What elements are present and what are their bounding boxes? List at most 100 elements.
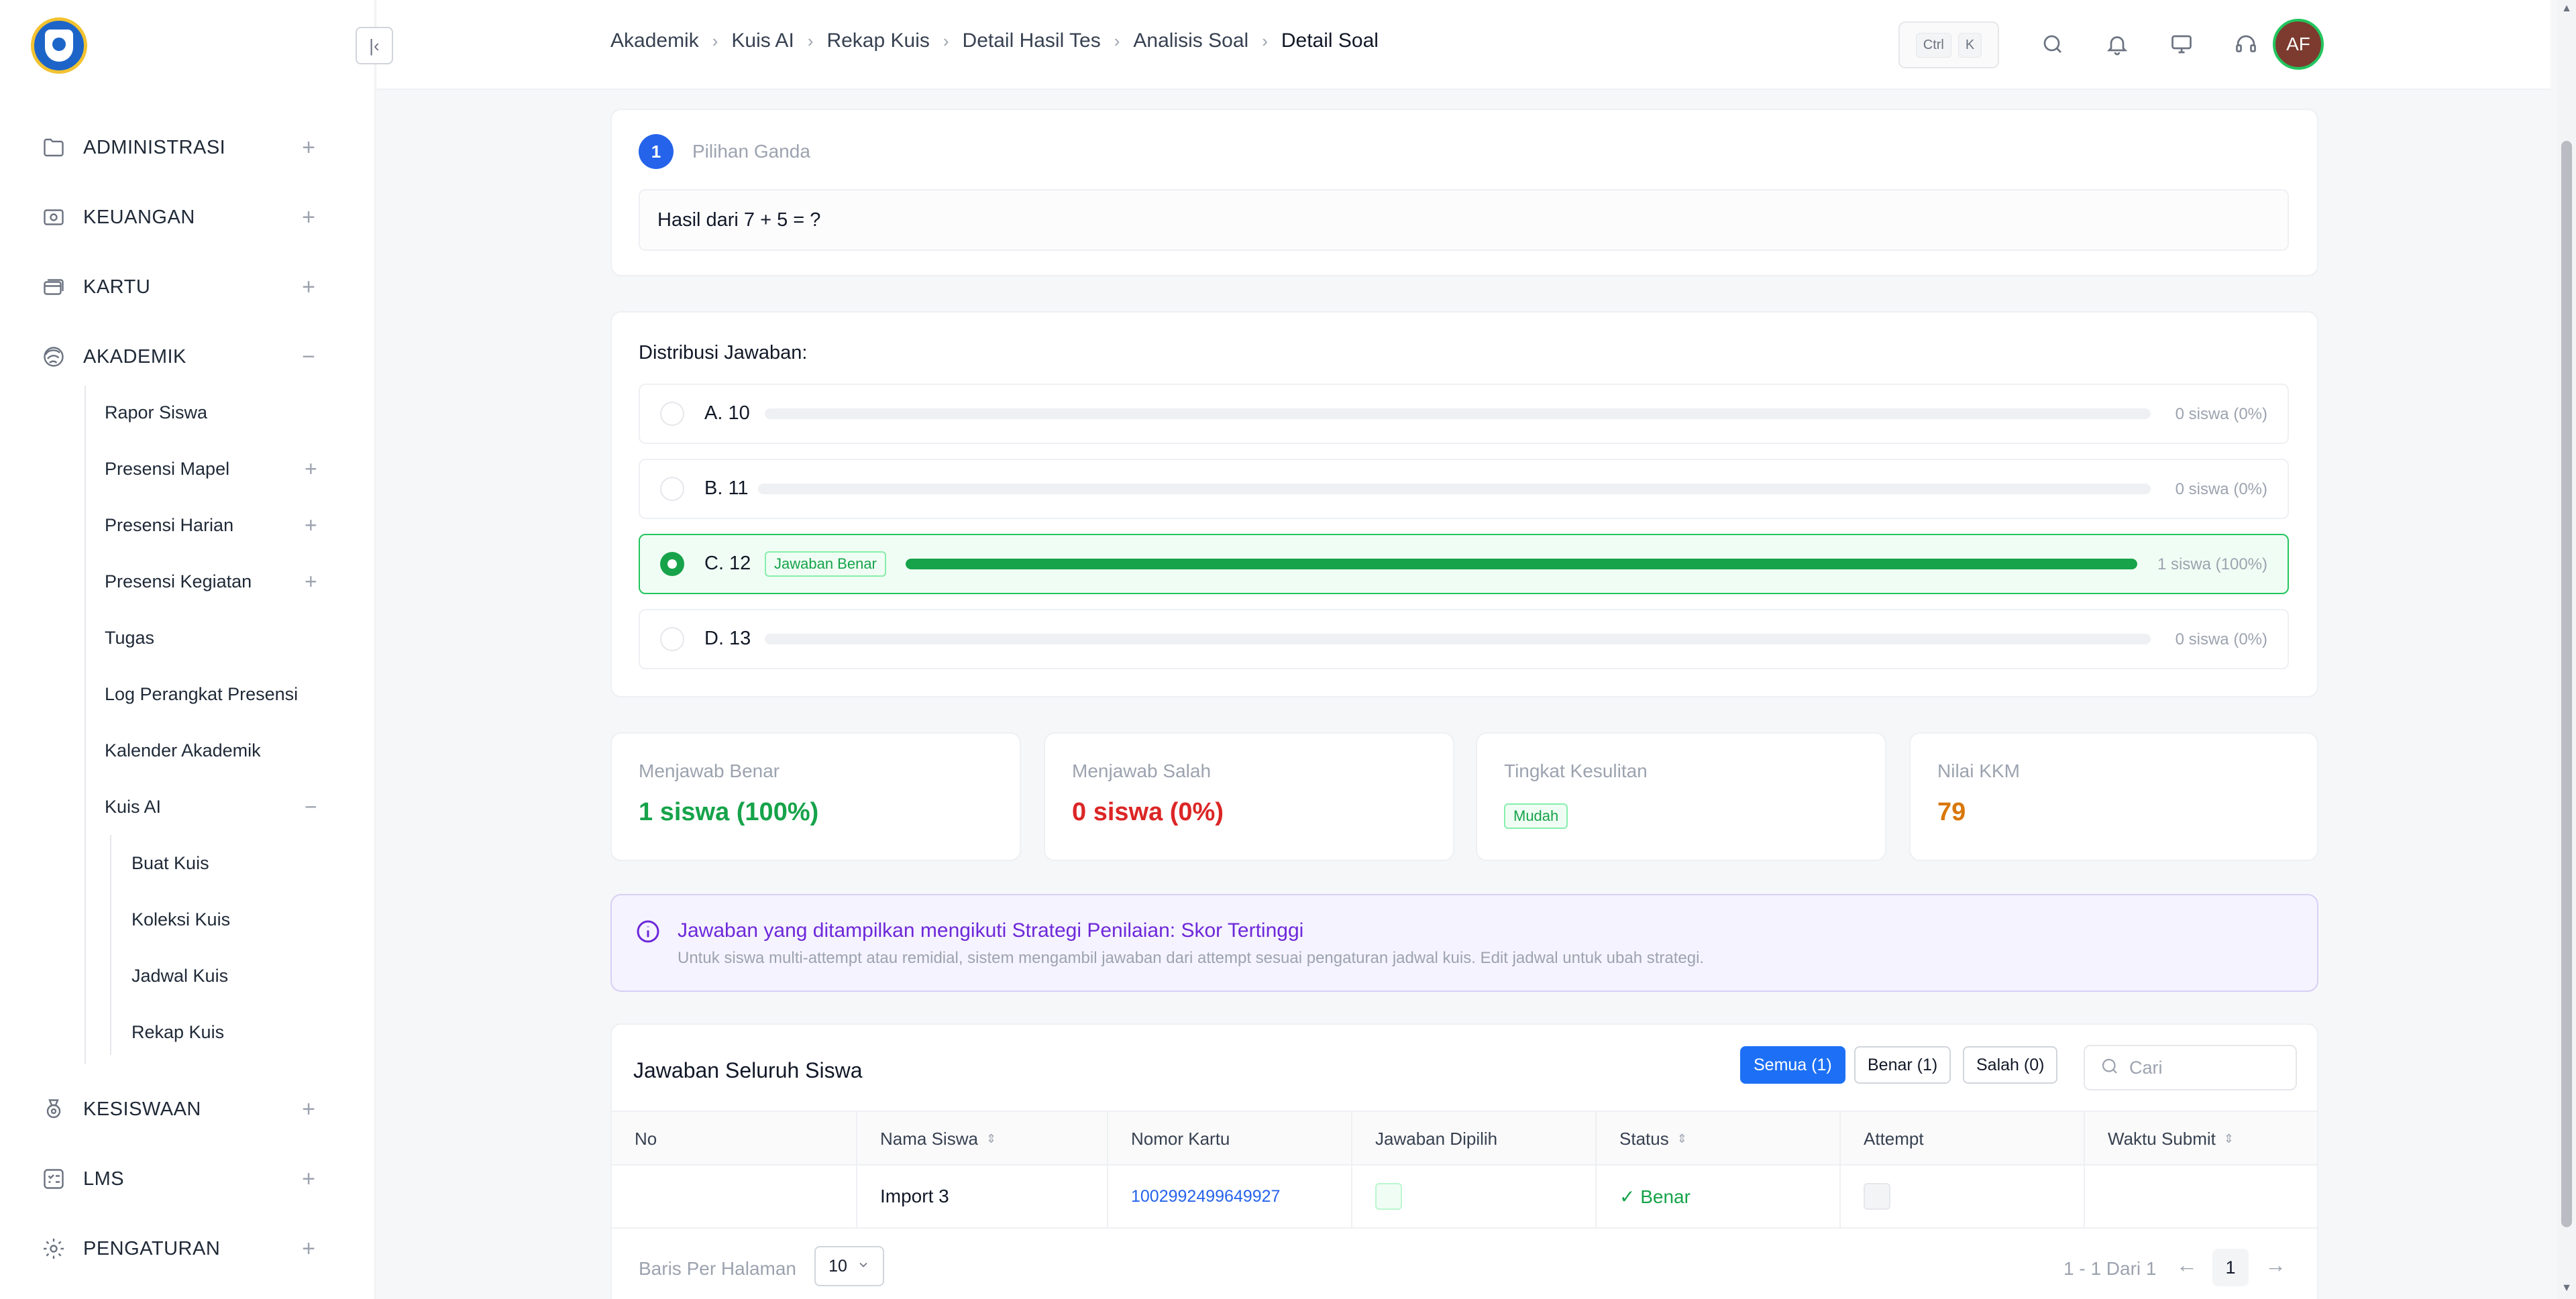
chevron-right-icon: › xyxy=(1262,30,1268,51)
sidebar: ADMINISTRASI + KEUANGAN + KARTU + AKADEM… xyxy=(0,0,376,1299)
sidebar-item-label: Jadwal Kuis xyxy=(131,965,229,986)
table-row: Import 3 1002992499649927 ✓ Benar xyxy=(612,1166,2317,1229)
sidebar-item-kuis-ai[interactable]: Kuis AI − xyxy=(105,789,319,825)
school-logo[interactable] xyxy=(31,17,87,74)
chevron-down-icon xyxy=(857,1257,870,1276)
sidebar-item-buat-kuis[interactable]: Buat Kuis xyxy=(131,845,209,881)
sidebar-item-koleksi-kuis[interactable]: Koleksi Kuis xyxy=(131,901,230,938)
page-scrollbar[interactable]: ▲ ▼ xyxy=(2557,0,2576,1299)
avatar[interactable]: AF xyxy=(2273,19,2324,70)
breadcrumb-analisis-soal[interactable]: Analisis Soal xyxy=(1133,30,1248,52)
option-count: 0 siswa (0%) xyxy=(2175,480,2267,498)
monitor-icon[interactable] xyxy=(2167,30,2196,59)
sidebar-group-kesiswaan[interactable]: KESISWAAN + xyxy=(40,1089,322,1129)
breadcrumb-kuis-ai[interactable]: Kuis AI xyxy=(731,30,794,52)
expand-icon[interactable]: + xyxy=(305,569,317,594)
submenu-guide-line xyxy=(85,386,86,1064)
filter-correct-button[interactable]: Benar (1) xyxy=(1854,1046,1951,1084)
column-nama-siswa[interactable]: Nama Siswa ⇕ xyxy=(857,1112,1108,1166)
rows-per-page-select[interactable]: 10 xyxy=(814,1246,884,1286)
sidebar-item-label: Rapor Siswa xyxy=(105,402,208,422)
collapse-icon[interactable]: − xyxy=(295,344,322,370)
sidebar-item-kalender-akademik[interactable]: Kalender Akademik xyxy=(105,732,261,769)
expand-icon[interactable]: + xyxy=(295,1166,322,1192)
sidebar-group-keuangan[interactable]: KEUANGAN + xyxy=(40,197,322,237)
sidebar-item-rekap-kuis[interactable]: Rekap Kuis xyxy=(131,1014,224,1050)
expand-icon[interactable]: + xyxy=(295,274,322,300)
graduation-icon xyxy=(40,343,67,370)
sidebar-item-tugas[interactable]: Tugas xyxy=(105,620,154,656)
search-icon xyxy=(2100,1056,2120,1080)
option-label: A. 10 xyxy=(704,402,750,424)
sort-icon[interactable]: ⇕ xyxy=(2224,1132,2234,1146)
scroll-up-icon[interactable]: ▲ xyxy=(2561,3,2572,15)
sidebar-collapse-button[interactable]: |‹ xyxy=(356,27,393,64)
sidebar-item-label: Presensi Harian xyxy=(105,514,234,535)
option-a: A. 10 0 siswa (0%) xyxy=(639,384,2289,444)
expand-icon[interactable]: + xyxy=(305,513,317,538)
scoring-strategy-banner: Jawaban yang ditampilkan mengikuti Strat… xyxy=(610,894,2318,992)
rows-per-page-value: 10 xyxy=(828,1256,847,1276)
sidebar-item-label: Log Perangkat Presensi xyxy=(105,683,299,704)
breadcrumb-detail-hasil-tes[interactable]: Detail Hasil Tes xyxy=(963,30,1101,52)
search-icon[interactable] xyxy=(2038,30,2068,59)
sort-icon[interactable]: ⇕ xyxy=(986,1132,996,1146)
filter-all-button[interactable]: Semua (1) xyxy=(1740,1046,1845,1084)
sidebar-item-label: Kuis AI xyxy=(105,796,162,817)
column-waktu-submit[interactable]: Waktu Submit ⇕ xyxy=(2085,1112,2317,1166)
table-header: No Nama Siswa ⇕ Nomor Kartu Jawaban Dipil… xyxy=(612,1111,2317,1166)
chevron-right-icon: › xyxy=(1114,30,1120,51)
current-page-button[interactable]: 1 xyxy=(2212,1249,2249,1286)
sidebar-item-rapor-siswa[interactable]: Rapor Siswa xyxy=(105,394,207,431)
scroll-thumb[interactable] xyxy=(2561,141,2572,1227)
sidebar-group-administrasi[interactable]: ADMINISTRASI + xyxy=(40,127,322,168)
option-count: 0 siswa (0%) xyxy=(2175,405,2267,423)
breadcrumb-akademik[interactable]: Akademik xyxy=(610,30,699,52)
sidebar-group-akademik[interactable]: AKADEMIK − xyxy=(40,337,322,377)
student-answers-card: Jawaban Seluruh Siswa Semua (1) Benar (1… xyxy=(610,1023,2318,1299)
gear-icon xyxy=(40,1235,67,1262)
cell-no xyxy=(612,1166,857,1227)
attempt-chip[interactable] xyxy=(1864,1183,1890,1210)
breadcrumb-detail-soal: Detail Soal xyxy=(1281,30,1379,52)
sidebar-item-presensi-mapel[interactable]: Presensi Mapel + xyxy=(105,451,319,487)
sidebar-group-label: PENGATURAN xyxy=(83,1237,221,1259)
chevron-right-icon: › xyxy=(807,30,814,51)
sidebar-group-lms[interactable]: LMS + xyxy=(40,1159,322,1199)
cell-nomor-kartu-link[interactable]: 1002992499649927 xyxy=(1108,1166,1352,1227)
folder-icon xyxy=(40,134,67,161)
sidebar-item-presensi-kegiatan[interactable]: Presensi Kegiatan + xyxy=(105,563,319,600)
scroll-down-icon[interactable]: ▼ xyxy=(2561,1282,2572,1294)
sidebar-item-log-perangkat-presensi[interactable]: Log Perangkat Presensi xyxy=(105,676,298,712)
column-no: No xyxy=(612,1112,857,1166)
expand-icon[interactable]: + xyxy=(295,1096,322,1123)
option-progress-track xyxy=(765,408,2151,419)
collapse-icon[interactable]: − xyxy=(305,795,317,820)
expand-icon[interactable]: + xyxy=(295,205,322,231)
answer-distribution-card: Distribusi Jawaban: A. 10 0 siswa (0%) B… xyxy=(610,311,2318,697)
sidebar-item-presensi-harian[interactable]: Presensi Harian + xyxy=(105,507,319,543)
expand-icon[interactable]: + xyxy=(295,1236,322,1262)
pagination: Baris Per Halaman 10 1 - 1 Dari 1 ← 1 → xyxy=(612,1229,2317,1299)
filter-wrong-button[interactable]: Salah (0) xyxy=(1963,1046,2058,1084)
column-status[interactable]: Status ⇕ xyxy=(1597,1112,1841,1166)
arrow-left-icon[interactable]: ← xyxy=(2176,1253,2198,1278)
bell-icon[interactable] xyxy=(2102,30,2132,59)
sort-icon[interactable]: ⇕ xyxy=(1677,1132,1687,1146)
sidebar-group-pengaturan[interactable]: PENGATURAN + xyxy=(40,1229,322,1269)
correct-answer-tag: Jawaban Benar xyxy=(765,551,886,577)
sidebar-group-kartu[interactable]: KARTU + xyxy=(40,267,322,307)
question-number: 1 xyxy=(639,134,674,169)
headset-icon[interactable] xyxy=(2231,30,2261,59)
expand-icon[interactable]: + xyxy=(305,457,317,482)
arrow-right-icon[interactable]: → xyxy=(2265,1253,2286,1278)
breadcrumb-rekap-kuis[interactable]: Rekap Kuis xyxy=(826,30,929,52)
column-jawaban-dipilih: Jawaban Dipilih xyxy=(1352,1112,1597,1166)
search-field[interactable] xyxy=(2084,1045,2297,1090)
pagination-info: 1 - 1 Dari 1 xyxy=(2063,1258,2157,1279)
command-palette-shortcut[interactable]: Ctrl K xyxy=(1898,21,1999,68)
search-input[interactable] xyxy=(2129,1057,2277,1078)
column-nomor-kartu: Nomor Kartu xyxy=(1108,1112,1352,1166)
sidebar-item-jadwal-kuis[interactable]: Jadwal Kuis xyxy=(131,958,228,994)
expand-icon[interactable]: + xyxy=(295,135,322,161)
